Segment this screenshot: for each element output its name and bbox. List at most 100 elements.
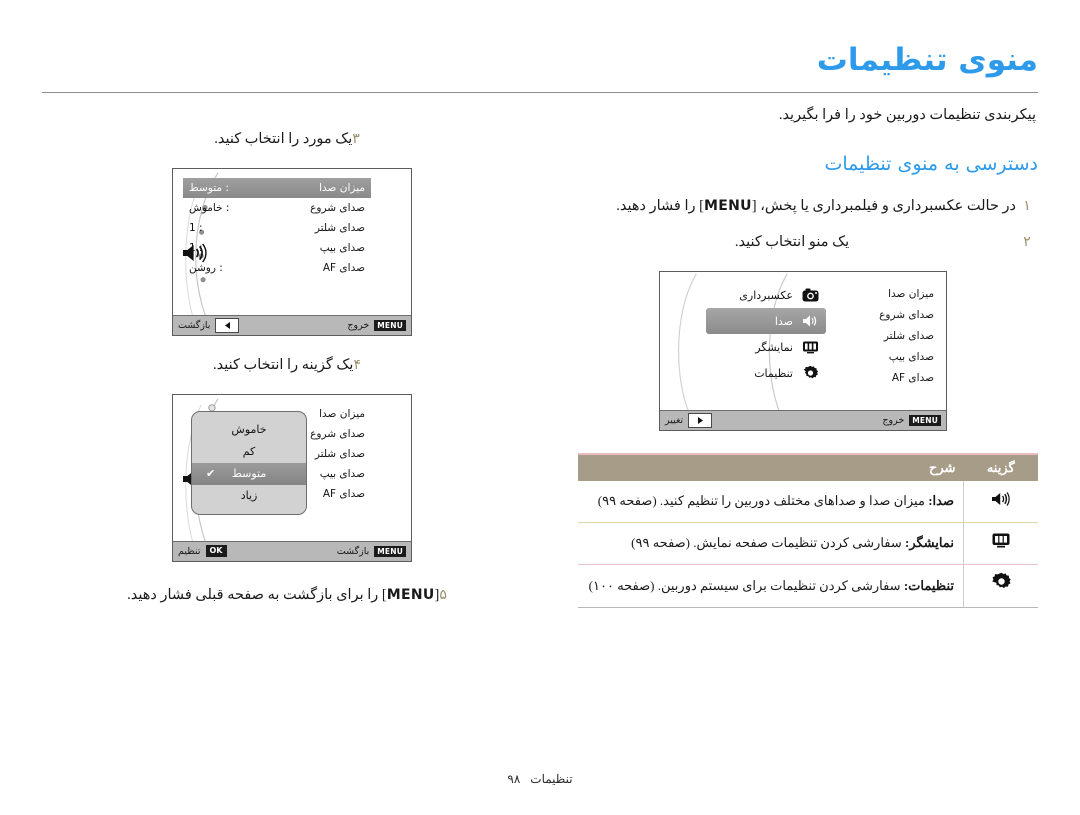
- sound-row-value: : متوسط: [189, 181, 229, 194]
- set-label: تنظیم: [178, 545, 201, 557]
- sound-row-label: صدای AF: [322, 261, 365, 274]
- step-1-text: در حالت عکسبرداری و فیلمبرداری یا پخش، […: [568, 195, 1016, 219]
- dropdown-option-high[interactable]: زیاد: [192, 485, 306, 507]
- option-description: میزان صدا و صداهای مختلف دوربین را تنظیم…: [597, 493, 929, 509]
- option-description: سفارشی کردن تنظیمات برای سیستم دوربین. (…: [588, 577, 904, 593]
- volume-dropdown: خاموش کم متوسط ✔ زیاد: [191, 410, 307, 515]
- dropdown-option-off[interactable]: خاموش: [192, 419, 306, 441]
- table-header-row: گزینه شرح: [578, 453, 1038, 482]
- speaker-icon: [963, 481, 1038, 524]
- sound-row-label: صدای شروع: [310, 427, 365, 440]
- sound-screen-bottom-bar: بازگشت خروج MENU: [173, 314, 411, 335]
- sound-row-label: میزان صدا: [319, 407, 365, 420]
- arrow-right-icon: [688, 413, 713, 429]
- tab-item-label: صدا: [774, 314, 793, 328]
- sound-row-af[interactable]: صدای AF : روشن: [183, 258, 371, 278]
- tab-item-label: عکسبرداری: [739, 288, 793, 302]
- sound-row-label: صدای شروع: [310, 201, 365, 214]
- step-4-number: ۴: [353, 356, 361, 373]
- tab-item-label: تنظیمات: [754, 366, 793, 380]
- exit-control[interactable]: خروج MENU: [882, 415, 941, 426]
- header-divider: [42, 92, 1038, 93]
- submenu-item[interactable]: میزان صدا: [834, 284, 934, 305]
- step-3-number: ۳: [352, 131, 360, 147]
- dropdown-option-label: خاموش: [231, 423, 267, 437]
- sound-row-label: صدای بیپ: [319, 467, 365, 480]
- change-control[interactable]: تغییر: [665, 413, 713, 429]
- back-label: بازگشت: [178, 319, 211, 331]
- exit-label: خروج: [347, 319, 370, 331]
- tab-item-sound[interactable]: صدا: [706, 308, 826, 335]
- intro-text: پیکربندی تنظیمات دوربین خود را فرا بگیری…: [778, 107, 1036, 123]
- right-column: پیکربندی تنظیمات دوربین خود را فرا بگیری…: [568, 104, 1038, 608]
- exit-control[interactable]: خروج MENU: [347, 320, 406, 331]
- sound-row-value: : روشن: [189, 261, 223, 274]
- menu-tab-list: عکسبرداری صدا نمایشگر تنظیمات: [706, 282, 826, 386]
- dropdown-option-label: زیاد: [240, 489, 258, 503]
- camera-sound-screen: میزان صدا : متوسط صدای شروع : خاموش صدای…: [172, 167, 412, 336]
- option-screen-bottom-bar: تنظیم OK بازگشت MENU: [173, 540, 411, 561]
- menu-badge-icon: MENU: [374, 320, 406, 331]
- camera-icon: [802, 287, 819, 304]
- sound-row-shutter[interactable]: صدای شلتر : 1: [183, 218, 371, 238]
- step-3: ۳یک مورد را انتخاب کنید.: [42, 128, 542, 152]
- submenu-item[interactable]: صدای شلتر: [834, 326, 934, 347]
- change-label: تغییر: [665, 414, 684, 426]
- menu-key-label: MENU: [703, 198, 752, 215]
- menu-screen-bottom-bar: تغییر خروج MENU: [660, 410, 946, 431]
- sound-row-value: : 1: [189, 241, 203, 254]
- sound-row-label: صدای شلتر: [314, 221, 365, 234]
- dropdown-option-low[interactable]: کم: [192, 441, 306, 463]
- tab-item-shooting[interactable]: عکسبرداری: [706, 282, 826, 308]
- option-name: تنظیمات:: [903, 577, 954, 593]
- sound-row-startup[interactable]: صدای شروع : خاموش: [183, 198, 371, 218]
- option-name: نمایشگر:: [905, 535, 954, 551]
- display-icon: [963, 522, 1038, 566]
- camera-menu-screen: میزان صدا صدای شروع صدای شلتر صدای بیپ ص…: [659, 271, 947, 432]
- submenu-item[interactable]: صدای AF: [834, 368, 934, 389]
- step-1: ۱ در حالت عکسبرداری و فیلمبرداری یا پخش،…: [568, 195, 1038, 219]
- sound-row-beep[interactable]: صدای بیپ : 1: [183, 238, 371, 258]
- tab-item-label: نمایشگر: [755, 340, 793, 354]
- page-number: ۹۸: [507, 772, 521, 786]
- arrow-left-icon: [215, 317, 240, 333]
- gear-icon: [963, 564, 1038, 608]
- step-4: ۴یک گزینه را انتخاب کنید.: [42, 354, 542, 378]
- submenu-item[interactable]: صدای شروع: [834, 305, 934, 326]
- sound-row-label: صدای بیپ: [319, 241, 365, 254]
- left-column: ۳یک مورد را انتخاب کنید. میزان صدا: متو…: [42, 128, 542, 618]
- sound-row-label: صدای شلتر: [314, 447, 365, 460]
- sound-row-value: : خاموش: [189, 201, 230, 214]
- column-header-description: شرح: [578, 453, 964, 482]
- table-cell-description: صدا: میزان صدا و صداهای مختلف دوربین را …: [578, 481, 964, 524]
- submenu-list: میزان صدا صدای شروع صدای شلتر صدای بیپ ص…: [834, 284, 934, 389]
- display-icon: [802, 339, 819, 356]
- table-cell-description: تنظیمات: سفارشی کردن تنظیمات برای سیستم …: [578, 564, 964, 608]
- exit-label: خروج: [882, 414, 905, 426]
- menu-key-label: MENU: [386, 586, 435, 603]
- gear-icon: [802, 365, 819, 382]
- table-cell-description: نمایشگر: سفارشی کردن تنظیمات صفحه نمایش.…: [578, 522, 964, 566]
- manual-page: منوی تنظیمات پیکربندی تنظیمات دوربین خود…: [0, 0, 1080, 815]
- menu-badge-icon: MENU: [374, 546, 406, 557]
- set-control[interactable]: تنظیم OK: [178, 545, 227, 558]
- speaker-icon: [802, 313, 819, 330]
- dropdown-option-label: متوسط: [231, 467, 267, 481]
- dropdown-option-medium[interactable]: متوسط ✔: [192, 462, 306, 485]
- tab-item-display[interactable]: نمایشگر: [706, 334, 826, 360]
- table-row: نمایشگر: سفارشی کردن تنظیمات صفحه نمایش.…: [578, 522, 1038, 566]
- back-control[interactable]: بازگشت MENU: [337, 546, 406, 557]
- page-footer: تنظیمات ۹۸: [0, 772, 1080, 787]
- options-table: گزینه شرح صدا: میزان صدا و صداهای مختلف …: [578, 453, 1038, 608]
- back-control[interactable]: بازگشت: [178, 317, 240, 333]
- sound-row-value: : 1: [189, 221, 203, 234]
- step-4-text: یک گزینه را انتخاب کنید.: [213, 356, 354, 373]
- option-name: صدا:: [928, 493, 954, 509]
- ok-badge-icon: OK: [205, 545, 227, 558]
- submenu-item[interactable]: صدای بیپ: [834, 347, 934, 368]
- step-5-text-after: ] را برای بازگشت به صفحه قبلی فشار دهید.: [127, 586, 387, 603]
- step-2-number: ۲: [1023, 234, 1031, 251]
- sound-row-volume[interactable]: میزان صدا : متوسط: [183, 177, 371, 198]
- tab-item-settings[interactable]: تنظیمات: [706, 360, 826, 386]
- step-2-text: یک منو انتخاب کنید.: [734, 234, 850, 251]
